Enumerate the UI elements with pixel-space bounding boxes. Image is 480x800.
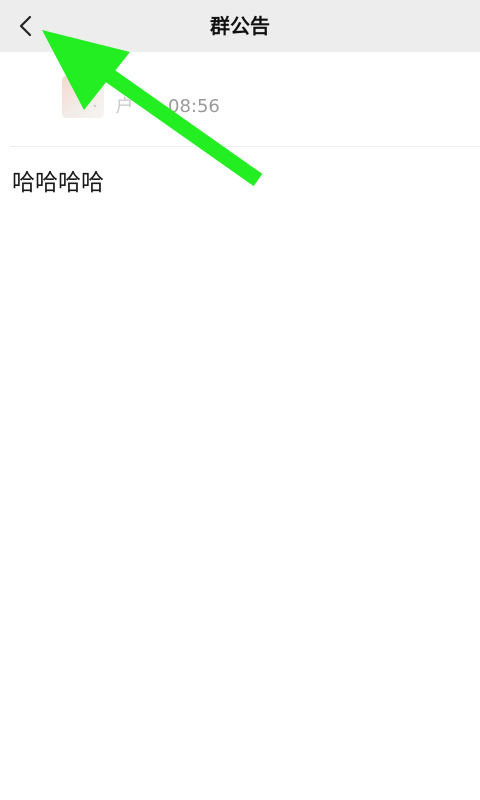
divider xyxy=(10,146,480,147)
page-title: 群公告 xyxy=(210,14,270,38)
announcement-content: 哈哈哈哈 xyxy=(12,170,104,196)
top-nav-bar: 群公告 xyxy=(0,0,480,52)
author-name: · 户 · xyxy=(92,96,162,117)
post-time: 08:56 xyxy=(168,96,220,117)
announcement-header: · 户 · 08:56 xyxy=(0,52,480,146)
